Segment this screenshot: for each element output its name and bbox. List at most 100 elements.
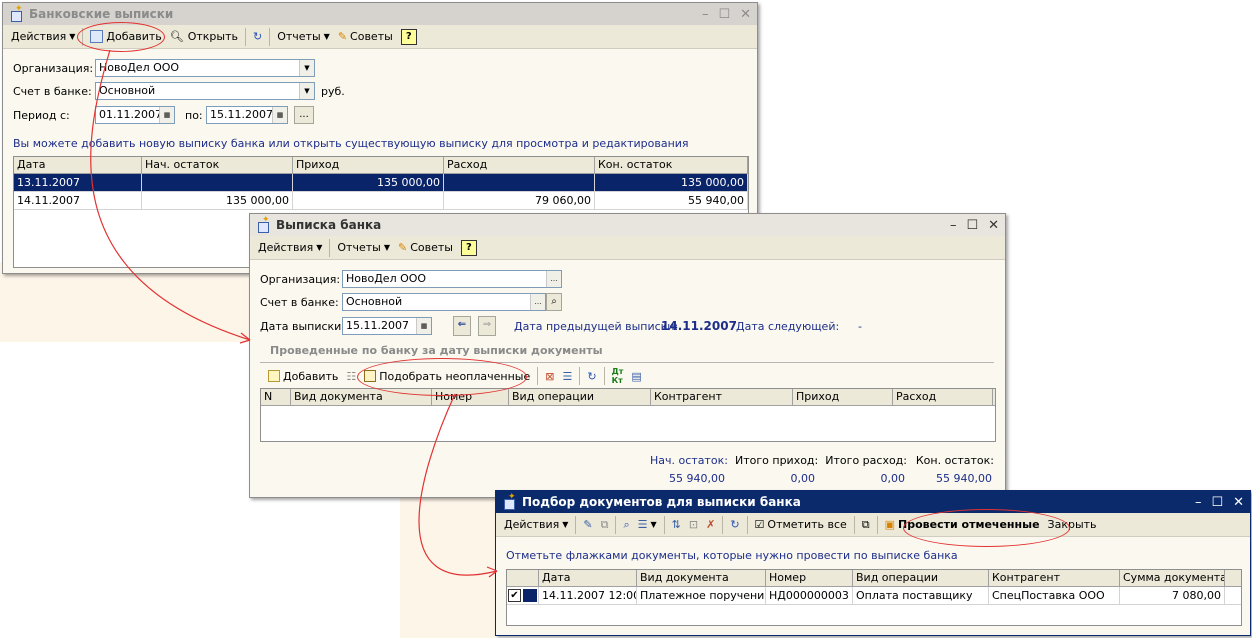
next-arrow-icon[interactable]: ⇒ (478, 316, 496, 336)
mark-delete-button[interactable]: ⊡ (685, 515, 702, 535)
clear-filter-icon: ✗ (706, 518, 716, 531)
tips-button[interactable]: ✎ Советы (394, 238, 457, 258)
column-header[interactable]: Контрагент (651, 389, 793, 405)
delete-all-button[interactable]: ☰ (558, 366, 576, 386)
minimize-icon[interactable]: – (1195, 495, 1202, 510)
reports-menu[interactable]: Отчеты ▼ (333, 238, 394, 258)
chevron-down-icon[interactable]: ▼ (299, 83, 314, 99)
help-button[interactable]: ? (457, 238, 481, 258)
delete-row-button[interactable]: ⊠ (541, 366, 558, 386)
filter-menu[interactable]: ☰ ▼ (634, 515, 661, 535)
column-header[interactable]: Дата (14, 157, 142, 173)
column-header[interactable]: Сумма документа (1120, 570, 1225, 586)
column-header[interactable]: Расход (893, 389, 993, 405)
maximize-icon[interactable]: ☐ (1211, 495, 1223, 510)
select-icon[interactable]: … (546, 271, 561, 287)
column-header[interactable]: Кон. остаток (595, 157, 748, 173)
copy-button[interactable]: ⧉ (597, 515, 613, 535)
close-icon[interactable]: ✕ (1233, 495, 1244, 510)
cell (444, 174, 595, 191)
chevron-down-icon: ▼ (562, 520, 569, 529)
mark-all-button[interactable]: ☑ Отметить все (751, 515, 851, 535)
column-header[interactable] (507, 570, 539, 586)
calendar-icon[interactable]: ▦ (272, 107, 287, 123)
select-icon[interactable]: … (530, 294, 545, 310)
find-button[interactable]: ⌕ (619, 515, 633, 535)
documents-table[interactable]: Дата Вид документа Номер Вид операции Ко… (506, 569, 1242, 626)
window-icon (502, 492, 516, 510)
reports-label: Отчеты (277, 30, 321, 43)
checkbox-cell[interactable]: ✔ (507, 587, 539, 604)
actions-menu[interactable]: Действия ▼ (254, 238, 326, 258)
org-value: НовоДел ООО (346, 272, 427, 285)
column-header[interactable]: Дата (539, 570, 637, 586)
column-header[interactable]: Приход (293, 157, 444, 173)
org-field[interactable]: НовоДел ООО … (342, 270, 562, 288)
checkmark-icon[interactable]: ✔ (508, 589, 521, 602)
mark-all-label: Отметить все (767, 518, 847, 531)
period-to-field[interactable]: 15.11.2007 ▦ (206, 106, 288, 124)
refresh-button[interactable]: ↻ (726, 515, 743, 535)
column-header[interactable]: Контрагент (989, 570, 1120, 586)
minimize-icon[interactable]: – (702, 7, 709, 22)
tips-label: Советы (410, 241, 453, 254)
cell: 14.11.2007 (14, 192, 142, 209)
column-header[interactable]: N (261, 389, 291, 405)
open-button[interactable]: 🔍︎ Открыть (166, 27, 242, 47)
table-row[interactable]: 13.11.2007 135 000,00 135 000,00 (14, 174, 748, 192)
account-field[interactable]: Основной ▼ (95, 82, 315, 100)
statement-date-field[interactable]: 15.11.2007 ▦ (342, 317, 432, 335)
dt-kt-button[interactable]: Дт Кт (608, 366, 628, 386)
dt-kt-icon: Дт Кт (611, 367, 624, 385)
toolbar: Действия ▼ Отчеты ▼ ✎ Советы ? (250, 236, 1005, 260)
chevron-down-icon[interactable]: ▼ (299, 60, 314, 76)
column-header[interactable]: Номер (766, 570, 853, 586)
column-header[interactable]: Расход (444, 157, 595, 173)
prev-arrow-icon[interactable]: ⇐ (453, 316, 471, 336)
report-button[interactable]: ▤ (627, 366, 645, 386)
cell: 135 000,00 (142, 192, 293, 209)
minimize-icon[interactable]: – (950, 218, 957, 233)
find-icon: ⌕ (623, 517, 630, 531)
account-field[interactable]: Основной… (342, 293, 546, 311)
column-header[interactable]: Нач. остаток (142, 157, 293, 173)
column-header[interactable]: Вид документа (637, 570, 766, 586)
pick-unpaid-callout (357, 358, 527, 396)
add-document-button[interactable]: Добавить (264, 366, 342, 386)
documents-table[interactable]: N Вид документа Номер Вид операции Контр… (260, 388, 996, 442)
maximize-icon[interactable]: ☐ (718, 7, 730, 22)
column-header[interactable]: Вид операции (853, 570, 989, 586)
add-document-label: Добавить (283, 369, 339, 383)
tips-label: Советы (350, 30, 393, 43)
column-header[interactable]: Приход (793, 389, 893, 405)
actions-menu[interactable]: Действия ▼ (500, 515, 572, 535)
close-icon[interactable]: ✕ (740, 7, 751, 22)
table-row[interactable]: ✔ 14.11.2007 12:00... Платежное поручени… (507, 587, 1241, 605)
help-button[interactable]: ? (397, 27, 421, 47)
org-field[interactable]: НовоДел ООО ▼ (95, 59, 315, 77)
period-select-button[interactable]: ... (294, 106, 314, 124)
table-header: Дата Вид документа Номер Вид операции Ко… (507, 570, 1241, 587)
table-row[interactable]: 14.11.2007 135 000,00 79 060,00 55 940,0… (14, 192, 748, 210)
account-label: Счет в банке: (13, 85, 92, 98)
sort-button[interactable]: ⇅ (668, 515, 685, 535)
actions-menu[interactable]: Действия ▼ (7, 27, 79, 47)
refresh-button[interactable]: ↻ (249, 27, 266, 47)
column-header[interactable]: Вид операции (509, 389, 651, 405)
refresh-button[interactable]: ↻ (583, 366, 600, 386)
edit-icon: ✎ (583, 518, 593, 531)
calendar-icon[interactable]: ▦ (416, 318, 431, 334)
clear-filter-button[interactable]: ✗ (702, 515, 719, 535)
edit-button[interactable]: ✎ (579, 515, 596, 535)
filter-icon: ☰ (637, 518, 648, 531)
windows-button[interactable]: ⧉ (858, 515, 874, 535)
window-title: Банковские выписки (29, 7, 174, 21)
close-icon[interactable]: ✕ (988, 218, 999, 233)
period-from-field[interactable]: 01.11.2007 ▦ (95, 106, 175, 124)
maximize-icon[interactable]: ☐ (966, 218, 978, 233)
reports-menu[interactable]: Отчеты ▼ (273, 27, 334, 47)
calendar-icon[interactable]: ▦ (159, 107, 174, 123)
tips-button[interactable]: ✎ Советы (334, 27, 397, 47)
start-balance-value: 55 940,00 (669, 472, 725, 485)
search-icon[interactable]: ⌕ (546, 293, 562, 311)
